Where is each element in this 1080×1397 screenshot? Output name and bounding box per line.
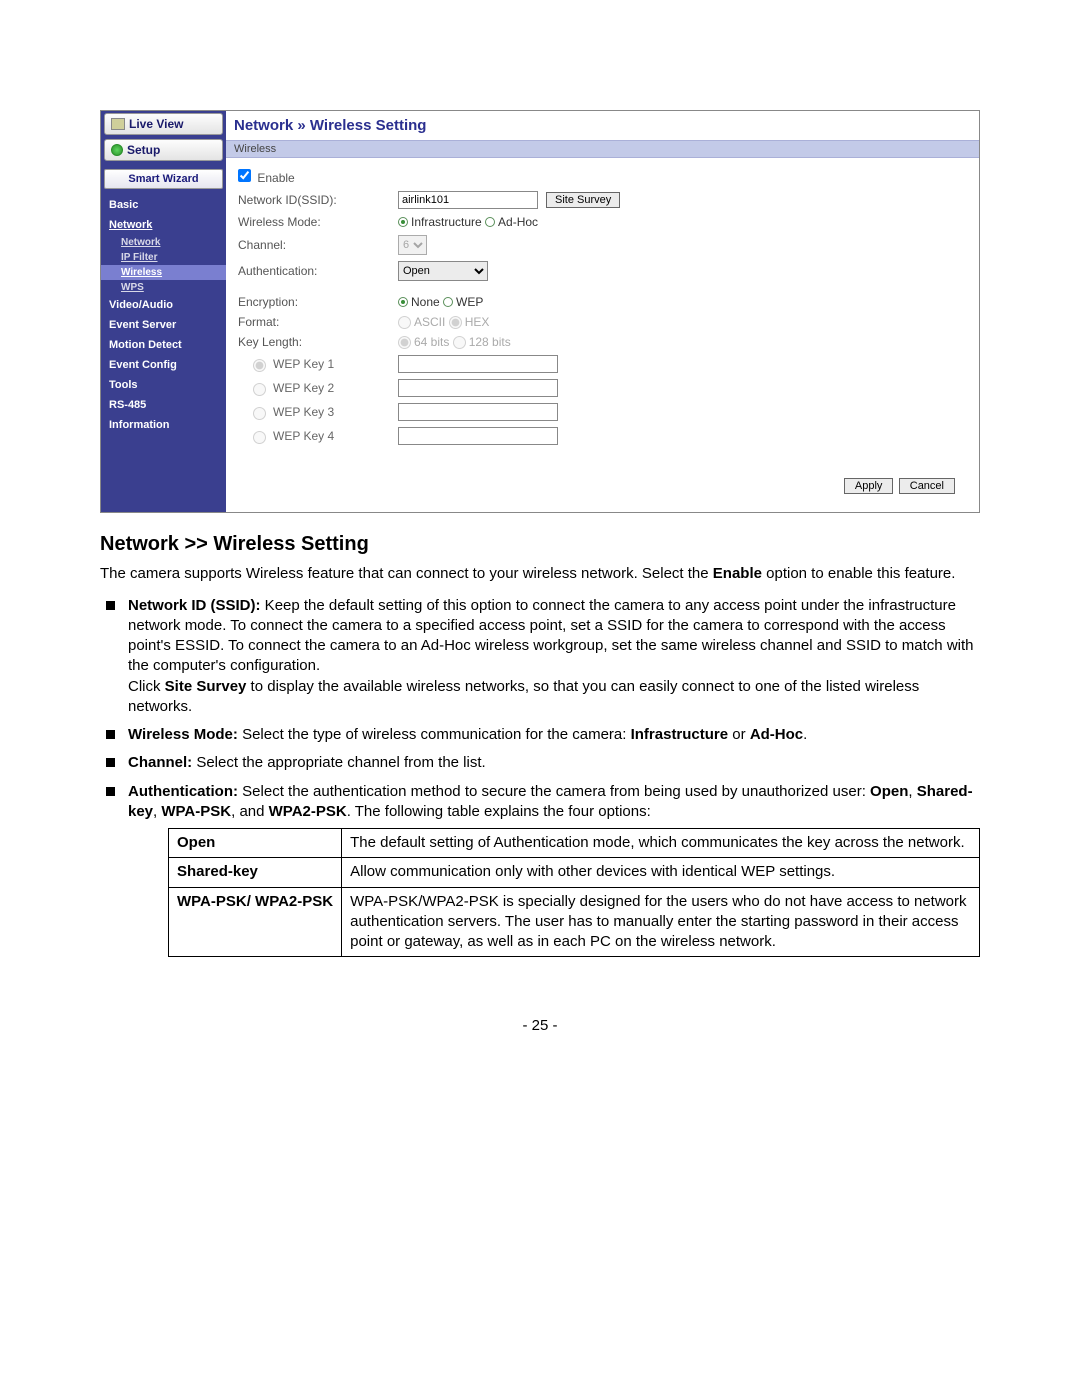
section-bar: Wireless [226, 140, 979, 158]
nav-sub-network[interactable]: Network [101, 235, 226, 250]
nav-sub-wireless[interactable]: Wireless [101, 265, 226, 280]
ssid-input[interactable] [398, 191, 538, 209]
setup-button[interactable]: Setup [104, 139, 223, 161]
play-icon [111, 144, 123, 156]
wep1-radio[interactable] [253, 359, 266, 372]
nav-network[interactable]: Network [101, 215, 226, 235]
wep2-radio[interactable] [253, 383, 266, 396]
apply-button[interactable]: Apply [844, 478, 894, 494]
format-label: Format: [238, 315, 398, 329]
doc-heading: Network >> Wireless Setting [100, 533, 980, 556]
auth-table: Open The default setting of Authenticati… [168, 828, 980, 957]
nav-rs485[interactable]: RS-485 [101, 395, 226, 415]
nav-eventconfig[interactable]: Event Config [101, 355, 226, 375]
enc-label: Encryption: [238, 295, 398, 309]
wep4-input[interactable] [398, 427, 558, 445]
wep4-radio[interactable] [253, 431, 266, 444]
auth-select[interactable]: Open [398, 261, 488, 281]
format-ascii-radio[interactable] [398, 316, 411, 329]
mode-infra-text: Infrastructure [411, 215, 482, 229]
auth-label: Authentication: [238, 264, 398, 278]
enc-wep-radio[interactable] [443, 297, 453, 307]
mode-label: Wireless Mode: [238, 215, 398, 229]
keylen-label: Key Length: [238, 335, 398, 349]
content-pane: Network » Wireless Setting Wireless Enab… [226, 111, 979, 512]
mode-infra-radio[interactable] [398, 217, 408, 227]
nav-eventserver[interactable]: Event Server [101, 315, 226, 335]
nav-sub-wps[interactable]: WPS [101, 280, 226, 295]
mode-adhoc-radio[interactable] [485, 217, 495, 227]
page-number: - 25 - [100, 1017, 980, 1034]
enable-label: Enable [257, 171, 294, 185]
nav-tools[interactable]: Tools [101, 375, 226, 395]
nav-list: Basic Network Network IP Filter Wireless… [101, 189, 226, 447]
keylen-128-radio[interactable] [453, 336, 466, 349]
site-survey-button[interactable]: Site Survey [546, 192, 620, 208]
doc-intro: The camera supports Wireless feature tha… [100, 564, 980, 584]
ssid-label: Network ID(SSID): [238, 193, 398, 207]
camera-icon [111, 118, 125, 130]
doc-list: Network ID (SSID): Keep the default sett… [100, 596, 980, 958]
smart-wizard-button[interactable]: Smart Wizard [104, 169, 223, 189]
cancel-button[interactable]: Cancel [899, 478, 955, 494]
sidebar: Live View Setup Smart Wizard Basic Netwo… [101, 111, 226, 512]
enable-checkbox[interactable] [238, 169, 251, 182]
wep3-radio[interactable] [253, 407, 266, 420]
keylen-64-radio[interactable] [398, 336, 411, 349]
nav-basic[interactable]: Basic [101, 195, 226, 215]
li-auth: Authentication: Select the authenticatio… [100, 782, 980, 958]
wep2-input[interactable] [398, 379, 558, 397]
nav-sub-ipfilter[interactable]: IP Filter [101, 250, 226, 265]
live-view-label: Live View [129, 117, 183, 131]
config-screenshot: Live View Setup Smart Wizard Basic Netwo… [100, 110, 980, 513]
li-ssid: Network ID (SSID): Keep the default sett… [100, 596, 980, 718]
nav-videoaudio[interactable]: Video/Audio [101, 295, 226, 315]
wep3-input[interactable] [398, 403, 558, 421]
channel-label: Channel: [238, 238, 398, 252]
mode-adhoc-text: Ad-Hoc [498, 215, 538, 229]
li-mode: Wireless Mode: Select the type of wirele… [100, 725, 980, 745]
wep1-input[interactable] [398, 355, 558, 373]
wireless-form: Enable Network ID(SSID): Site Survey Wir… [226, 158, 979, 512]
enc-none-radio[interactable] [398, 297, 408, 307]
breadcrumb: Network » Wireless Setting [226, 111, 979, 140]
nav-motiondetect[interactable]: Motion Detect [101, 335, 226, 355]
li-channel: Channel: Select the appropriate channel … [100, 753, 980, 773]
format-hex-radio[interactable] [449, 316, 462, 329]
nav-information[interactable]: Information [101, 415, 226, 435]
live-view-button[interactable]: Live View [104, 113, 223, 135]
setup-label: Setup [127, 143, 160, 157]
channel-select[interactable]: 6 [398, 235, 427, 255]
